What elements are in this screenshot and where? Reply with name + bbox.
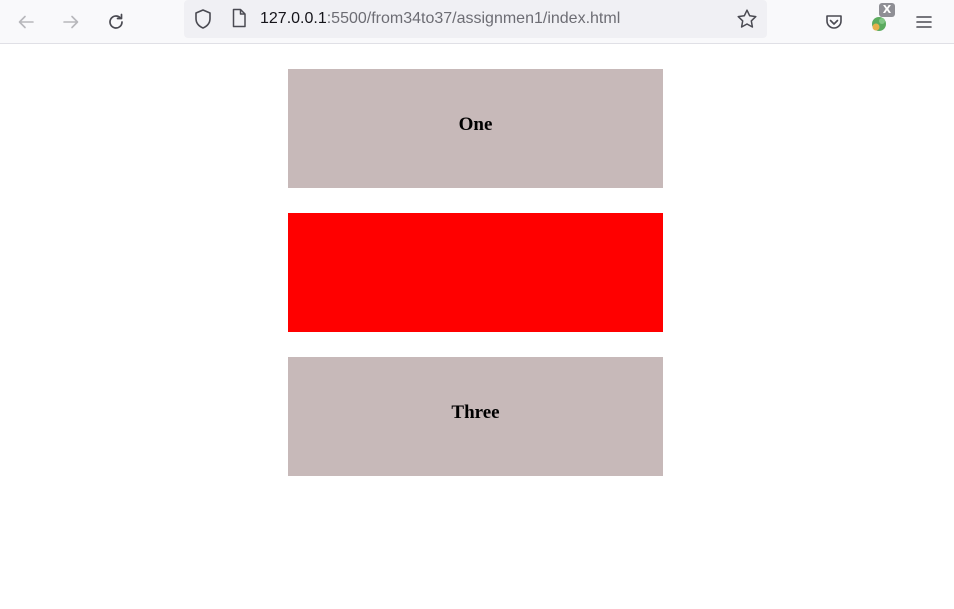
page-icon[interactable] [230,8,248,28]
arrow-right-icon [63,15,79,29]
star-icon[interactable] [736,8,758,30]
back-button[interactable] [10,6,42,38]
reload-icon [109,13,123,29]
hamburger-menu-icon [916,16,932,28]
forward-button[interactable] [55,6,87,38]
shield-icon[interactable] [193,8,213,30]
box-three: Three [288,357,663,476]
page-content: One Three [0,44,954,609]
reload-button[interactable] [100,6,132,38]
pocket-icon [826,15,842,29]
box-one: One [288,69,663,188]
url-path: :5500/from34to37/assignmen1/index.html [326,10,621,27]
extension-badge: X [879,3,895,17]
box-one-label: One [458,113,493,135]
pocket-button[interactable] [818,6,850,38]
url-host: 127.0.0.1 [260,10,327,27]
box-two [288,213,663,332]
box-three-label: Three [451,401,500,423]
address-bar[interactable]: 127.0.0.1:5500/from34to37/assignmen1/ind… [184,0,767,38]
url-text[interactable]: 127.0.0.1:5500/from34to37/assignmen1/ind… [260,9,620,29]
browser-toolbar: 127.0.0.1:5500/from34to37/assignmen1/ind… [0,0,954,44]
menu-button[interactable] [908,6,940,38]
arrow-left-icon [18,15,34,29]
extension-button[interactable]: X [863,3,895,38]
